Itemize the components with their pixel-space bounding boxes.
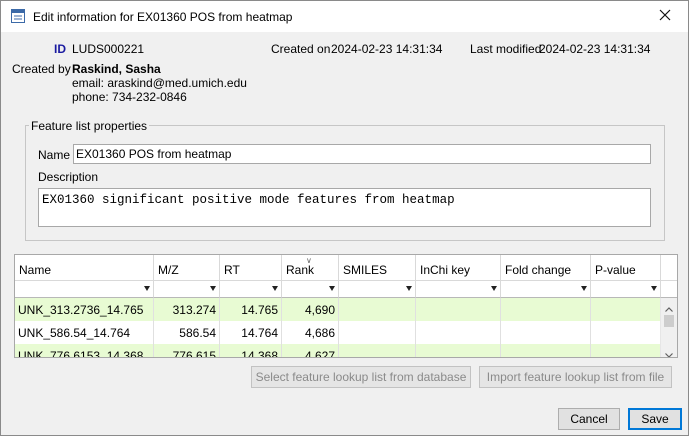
table-row[interactable]: UNK_586.54_14.764 586.54 14.764 4,686 [15, 321, 661, 344]
form-icon [11, 9, 25, 23]
close-button[interactable] [642, 1, 688, 32]
cell-rank: 4,686 [282, 321, 339, 344]
filter-dropdown-p-value[interactable] [591, 281, 661, 298]
header-filler [661, 255, 677, 281]
filter-filler [661, 281, 677, 298]
creator-phone: phone: 734-232-0846 [72, 90, 187, 104]
created-by-label: Created by [12, 62, 71, 76]
filter-dropdown-rank[interactable] [282, 281, 339, 298]
edit-feature-list-dialog: Edit information for EX01360 POS from he… [0, 0, 689, 436]
cell-name: UNK_776.6153_14.368 [15, 344, 154, 357]
filter-dropdown-rt[interactable] [220, 281, 282, 298]
filter-dropdown-inchi-key[interactable] [416, 281, 501, 298]
scroll-up-icon[interactable] [665, 301, 673, 315]
id-label: ID [54, 42, 66, 56]
feature-table: Name M/Z RT ∨ Rank SMILES InChi key Fold… [14, 254, 678, 358]
dropdown-arrow-icon [329, 286, 335, 291]
filter-dropdown-name[interactable] [15, 281, 154, 298]
cell-rt: 14.764 [220, 321, 282, 344]
column-header-rt[interactable]: RT [220, 255, 282, 281]
scroll-down-icon[interactable] [665, 347, 673, 357]
column-header-smiles[interactable]: SMILES [339, 255, 416, 281]
created-on-value: 2024-02-23 14:31:34 [331, 42, 443, 56]
column-header-rank[interactable]: ∨ Rank [282, 255, 339, 281]
dropdown-arrow-icon [210, 286, 216, 291]
dropdown-arrow-icon [581, 286, 587, 291]
cell-fold-change [501, 298, 591, 321]
column-header-mz[interactable]: M/Z [154, 255, 220, 281]
dropdown-arrow-icon [651, 286, 657, 291]
name-label: Name [38, 148, 71, 162]
filter-dropdown-mz[interactable] [154, 281, 220, 298]
cell-fold-change [501, 344, 591, 357]
cell-smiles [339, 321, 416, 344]
close-icon [659, 9, 671, 24]
cell-p-value [591, 344, 661, 357]
cell-p-value [591, 298, 661, 321]
save-button[interactable]: Save [628, 408, 682, 430]
column-header-name[interactable]: Name [15, 255, 154, 281]
cancel-button[interactable]: Cancel [558, 408, 620, 430]
cell-rt: 14.368 [220, 344, 282, 357]
window-title: Edit information for EX01360 POS from he… [33, 10, 293, 24]
vertical-scrollbar[interactable] [660, 298, 677, 357]
last-modified-value: 2024-02-23 14:31:34 [539, 42, 651, 56]
created-on-label: Created on [271, 42, 331, 56]
scrollbar-thumb[interactable] [664, 315, 674, 327]
cell-fold-change [501, 321, 591, 344]
last-modified-label: Last modified [470, 42, 542, 56]
cell-mz: 313.274 [154, 298, 220, 321]
column-header-rank-label: Rank [286, 263, 315, 277]
table-row[interactable]: UNK_313.2736_14.765 313.274 14.765 4,690 [15, 298, 661, 321]
cell-smiles [339, 344, 416, 357]
cell-inchi-key [416, 298, 501, 321]
name-input[interactable]: EX01360 POS from heatmap [73, 144, 651, 164]
cell-rt: 14.765 [220, 298, 282, 321]
cell-name: UNK_313.2736_14.765 [15, 298, 154, 321]
description-textarea[interactable]: EX01360 significant positive mode featur… [38, 188, 651, 227]
filter-dropdown-fold-change[interactable] [501, 281, 591, 298]
cell-mz: 776.615 [154, 344, 220, 357]
cell-rank: 4,627 [282, 344, 339, 357]
cell-inchi-key [416, 321, 501, 344]
cell-mz: 586.54 [154, 321, 220, 344]
import-lookup-list-button[interactable]: Import feature lookup list from file [479, 366, 672, 388]
cell-name: UNK_586.54_14.764 [15, 321, 154, 344]
title-bar: Edit information for EX01360 POS from he… [1, 1, 688, 32]
table-row[interactable]: UNK_776.6153_14.368 776.615 14.368 4,627 [15, 344, 661, 357]
cell-smiles [339, 298, 416, 321]
cell-rank: 4,690 [282, 298, 339, 321]
creator-name: Raskind, Sasha [72, 62, 161, 76]
description-label: Description [38, 170, 99, 184]
dropdown-arrow-icon [491, 286, 497, 291]
dropdown-arrow-icon [406, 286, 412, 291]
creator-email: email: araskind@med.umich.edu [72, 76, 247, 90]
column-header-fold-change[interactable]: Fold change [501, 255, 591, 281]
column-header-inchi-key[interactable]: InChi key [416, 255, 501, 281]
column-header-p-value[interactable]: P-value [591, 255, 661, 281]
dropdown-arrow-icon [144, 286, 150, 291]
id-value: LUDS000221 [72, 42, 145, 56]
sort-descending-icon: ∨ [306, 256, 312, 265]
filter-dropdown-smiles[interactable] [339, 281, 416, 298]
cell-p-value [591, 321, 661, 344]
cell-inchi-key [416, 344, 501, 357]
dropdown-arrow-icon [272, 286, 278, 291]
group-title: Feature list properties [29, 119, 150, 133]
select-lookup-list-button[interactable]: Select feature lookup list from database [251, 366, 471, 388]
